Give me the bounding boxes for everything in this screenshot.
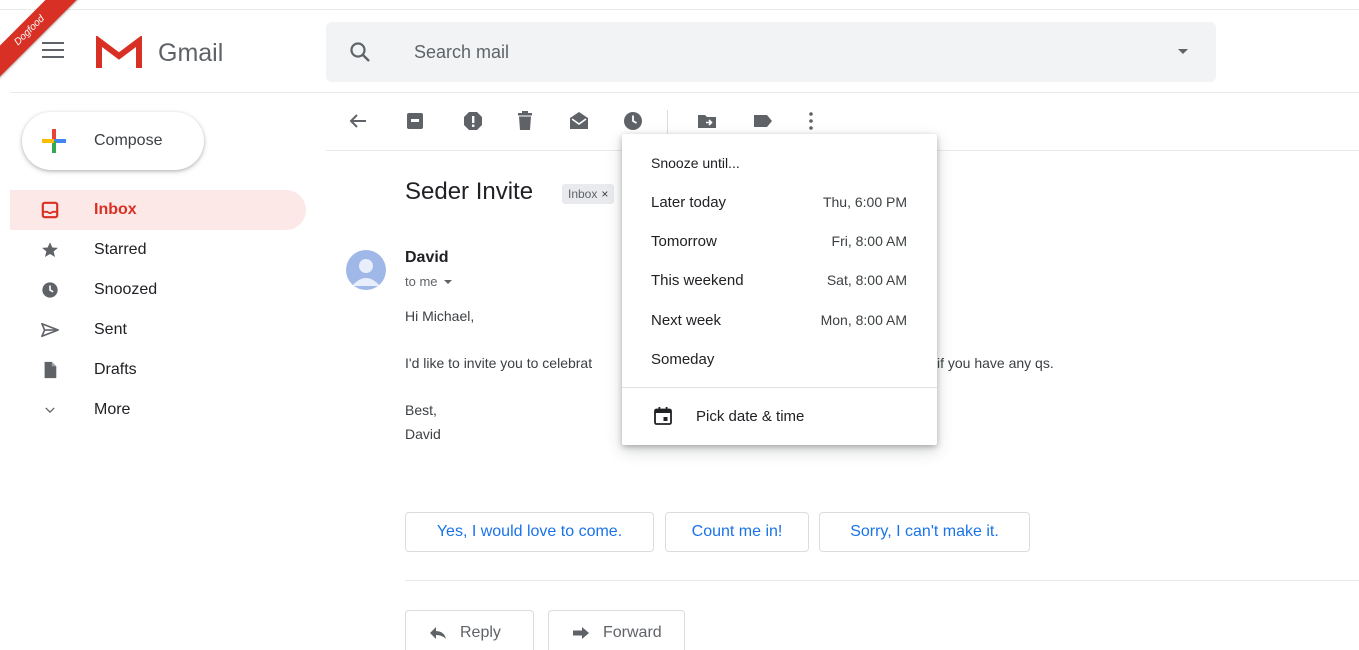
star-icon — [42, 242, 58, 258]
delete-button[interactable] — [510, 106, 540, 136]
search-input[interactable] — [414, 41, 1114, 63]
calendar-icon — [654, 407, 672, 425]
sidebar-item-starred[interactable]: Starred — [10, 230, 306, 270]
app-name: Gmail — [158, 38, 224, 67]
back-button[interactable] — [343, 106, 373, 136]
sender-name: David — [405, 249, 449, 266]
snooze-option-time: Thu, 6:00 PM — [822, 194, 907, 210]
sidebar-nav: Inbox Starred Snoozed Sent Drafts More — [10, 190, 306, 430]
top-border — [0, 9, 1359, 10]
forward-icon — [573, 627, 589, 639]
move-to-button[interactable] — [692, 106, 722, 136]
sidebar-item-snoozed[interactable]: Snoozed — [10, 270, 306, 310]
snooze-button[interactable] — [618, 106, 648, 136]
toolbar-separator — [667, 110, 668, 134]
header-divider — [10, 92, 1359, 93]
archive-button[interactable] — [400, 106, 430, 136]
snooze-option-tomorrow[interactable]: Tomorrow Fri, 8:00 AM — [622, 224, 937, 258]
email-signoff: Best, — [405, 402, 437, 418]
delete-icon — [518, 111, 532, 130]
compose-label: Compose — [94, 132, 163, 149]
sidebar-item-more[interactable]: More — [10, 390, 306, 430]
snooze-option-next-week[interactable]: Next week Mon, 8:00 AM — [622, 303, 937, 337]
gmail-logo[interactable]: Gmail — [96, 36, 223, 70]
label-button[interactable] — [748, 106, 778, 136]
snooze-option-label: Tomorrow — [651, 232, 717, 250]
snooze-menu-divider — [622, 387, 937, 388]
search-bar[interactable] — [326, 22, 1216, 82]
pick-date-time-label: Pick date & time — [696, 407, 805, 425]
report-spam-button[interactable] — [458, 106, 488, 136]
reply-label: Reply — [460, 624, 501, 641]
snooze-option-this-weekend[interactable]: This weekend Sat, 8:00 AM — [622, 263, 937, 297]
move-to-icon — [698, 115, 716, 128]
plus-icon — [42, 129, 66, 153]
snooze-option-later-today[interactable]: Later today Thu, 6:00 PM — [622, 185, 937, 219]
draft-icon — [44, 361, 57, 379]
more-vert-icon — [809, 112, 813, 130]
inbox-icon — [41, 201, 59, 219]
report-spam-icon — [464, 112, 482, 130]
sidebar-item-inbox[interactable]: Inbox — [10, 190, 306, 230]
email-body-right: if you have any qs. — [937, 355, 1054, 371]
clock-icon — [42, 282, 58, 298]
more-options-button[interactable] — [796, 106, 826, 136]
snooze-option-label: Next week — [651, 311, 722, 329]
mark-unread-button[interactable] — [564, 106, 594, 136]
sidebar-item-label: Inbox — [94, 201, 137, 218]
person-icon — [352, 259, 380, 286]
snooze-option-someday[interactable]: Someday — [622, 342, 937, 376]
gmail-m-icon — [96, 36, 142, 68]
mark-unread-icon — [570, 112, 588, 129]
label-icon — [754, 115, 772, 127]
smart-reply-3[interactable]: Sorry, I can't make it. — [819, 512, 1030, 552]
email-greeting: Hi Michael, — [405, 308, 475, 324]
chevron-down-icon — [45, 407, 55, 413]
email-subject: Seder Invite — [405, 178, 534, 205]
sidebar-item-sent[interactable]: Sent — [10, 310, 306, 350]
sidebar-item-label: More — [94, 401, 131, 418]
back-arrow-icon — [349, 114, 366, 128]
snooze-option-time: Fri, 8:00 AM — [831, 233, 907, 249]
inbox-label-chip[interactable]: Inbox × — [562, 184, 615, 204]
reply-icon — [430, 627, 446, 639]
ribbon-label: Dogfood — [0, 0, 81, 82]
sidebar-item-label: Sent — [94, 321, 127, 338]
search-icon[interactable] — [348, 40, 372, 64]
snooze-option-time: Sat, 8:00 AM — [826, 272, 907, 288]
remove-label-icon[interactable]: × — [601, 184, 608, 204]
forward-label: Forward — [603, 624, 662, 641]
snooze-option-label: Someday — [651, 350, 715, 368]
email-signature: David — [405, 426, 441, 442]
smart-reply-1[interactable]: Yes, I would love to come. — [405, 512, 654, 552]
caret-down-icon — [443, 279, 452, 284]
main-menu-icon[interactable] — [42, 42, 64, 60]
reply-button[interactable]: Reply — [405, 610, 534, 650]
pick-date-time-option[interactable]: Pick date & time — [622, 399, 937, 433]
forward-button[interactable]: Forward — [548, 610, 685, 650]
avatar[interactable] — [346, 250, 386, 290]
compose-button[interactable]: Compose — [22, 112, 204, 170]
snooze-icon — [624, 112, 642, 130]
label-chip-text: Inbox — [568, 187, 598, 201]
snooze-menu: Snooze until... Later today Thu, 6:00 PM… — [622, 134, 937, 445]
smart-reply-2[interactable]: Count me in! — [665, 512, 809, 552]
send-icon — [41, 322, 59, 338]
snooze-option-label: This weekend — [651, 271, 744, 289]
sidebar-item-label: Starred — [94, 241, 147, 258]
recipient-text: to me — [405, 274, 438, 289]
sidebar-item-label: Drafts — [94, 361, 137, 378]
archive-icon — [407, 113, 423, 129]
recipient-details[interactable]: to me — [405, 274, 452, 289]
search-options-icon[interactable] — [1178, 49, 1188, 54]
snooze-option-label: Later today — [651, 193, 727, 211]
email-body-left: I'd like to invite you to celebrat — [405, 355, 593, 371]
sidebar-item-drafts[interactable]: Drafts — [10, 350, 306, 390]
snooze-option-time: Mon, 8:00 AM — [820, 312, 907, 328]
reply-divider — [405, 580, 1359, 581]
sidebar-item-label: Snoozed — [94, 281, 158, 298]
snooze-menu-title: Snooze until... — [651, 155, 740, 171]
